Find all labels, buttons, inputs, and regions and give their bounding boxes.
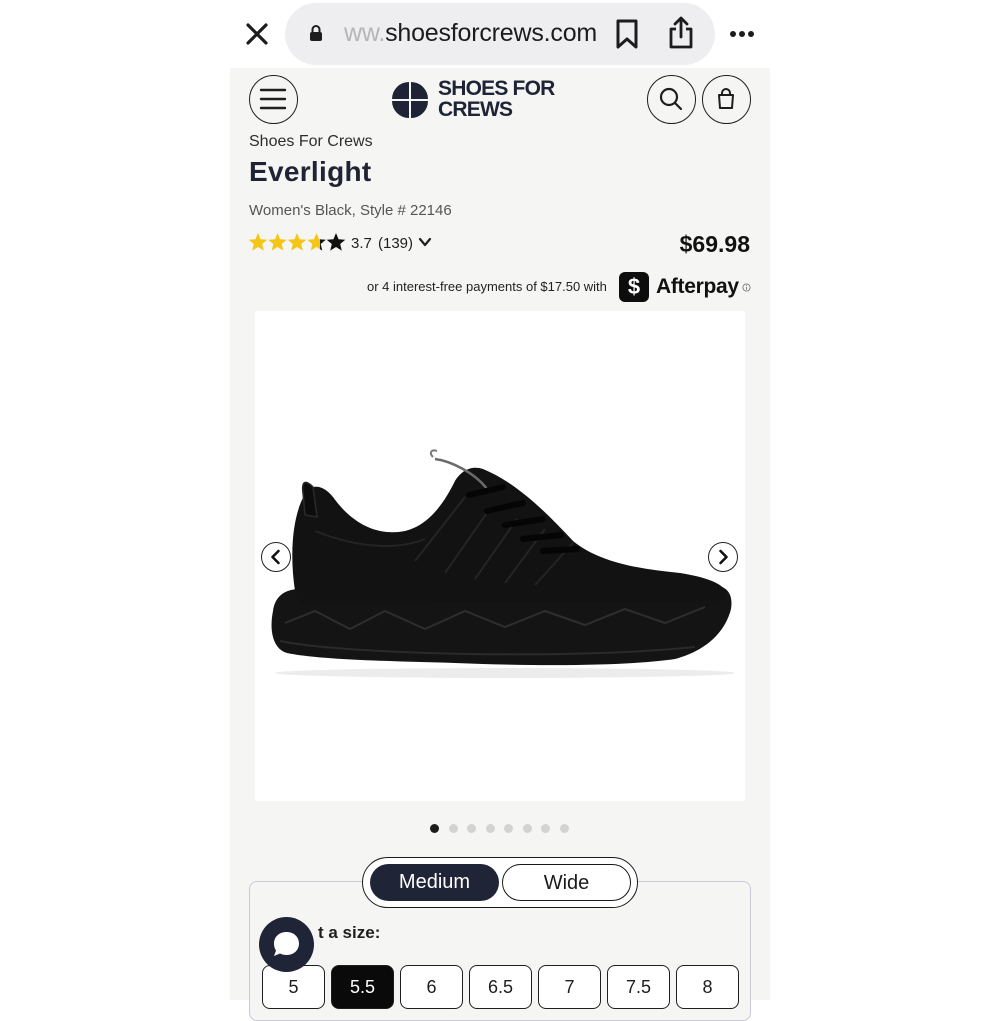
star-icon xyxy=(326,233,346,251)
logo-line2: CREWS xyxy=(438,98,513,121)
size-option[interactable]: 6.5 xyxy=(469,965,532,1009)
width-option-medium[interactable]: Medium xyxy=(370,864,499,901)
bag-icon xyxy=(718,88,734,109)
product-image xyxy=(271,449,735,678)
url-text[interactable]: ww.shoesforcrews.com xyxy=(344,19,597,48)
pagination-dot[interactable] xyxy=(522,824,532,833)
url-prefix: ww. xyxy=(344,19,386,47)
bookmark-icon[interactable] xyxy=(615,19,639,49)
width-toggle: Medium Wide xyxy=(362,857,638,908)
menu-icon xyxy=(259,88,287,110)
pagination-dot[interactable] xyxy=(430,824,439,833)
star-icon xyxy=(268,233,287,251)
search-button[interactable] xyxy=(647,75,696,124)
search-icon xyxy=(659,87,683,111)
gallery-next-button[interactable] xyxy=(708,542,738,572)
star-icon xyxy=(248,233,268,251)
size-option[interactable]: 7.5 xyxy=(607,965,670,1009)
chevron-left-icon xyxy=(271,549,280,565)
gallery-previous-button[interactable] xyxy=(261,542,291,572)
rating-value: 3.7 xyxy=(351,235,372,252)
product-variant: Women's Black, Style # 22146 xyxy=(249,202,452,219)
close-icon[interactable] xyxy=(243,20,271,48)
pagination-dot[interactable] xyxy=(559,824,569,833)
size-label: t a size: xyxy=(318,923,381,942)
review-count[interactable]: (139) xyxy=(378,235,413,252)
share-icon[interactable] xyxy=(667,16,695,50)
cart-button[interactable] xyxy=(702,75,751,124)
product-brand[interactable]: Shoes For Crews xyxy=(249,133,373,151)
width-option-wide[interactable]: Wide xyxy=(502,864,631,901)
product-price: $69.98 xyxy=(679,231,750,257)
size-option[interactable]: 8 xyxy=(676,965,739,1009)
logo-text: SHOES FOR CREWS xyxy=(438,77,555,121)
pagination-dot[interactable] xyxy=(467,824,476,833)
menu-button[interactable] xyxy=(249,75,298,124)
rating-stars[interactable] xyxy=(248,231,348,253)
star-icon xyxy=(287,233,307,251)
more-icon[interactable] xyxy=(729,30,755,38)
afterpay-logo[interactable]: Afterpay xyxy=(656,275,739,299)
url-domain: shoesforcrews.com xyxy=(385,19,598,47)
product-image-gallery[interactable] xyxy=(255,311,745,801)
lock-icon xyxy=(310,25,322,41)
afterpay-dollar-icon: $ xyxy=(619,272,649,302)
size-option[interactable]: 5.5 xyxy=(331,965,394,1009)
chevron-down-icon[interactable] xyxy=(418,236,432,248)
size-option[interactable]: 6 xyxy=(400,965,463,1009)
pagination-dot[interactable] xyxy=(448,824,458,833)
afterpay-text: or 4 interest-free payments of $17.50 wi… xyxy=(367,279,607,294)
product-title: Everlight xyxy=(249,156,372,187)
info-icon[interactable] xyxy=(742,283,751,292)
pagination-dot[interactable] xyxy=(541,824,550,833)
site-logo[interactable]: SHOES FOR CREWS xyxy=(390,78,560,122)
pagination-dot[interactable] xyxy=(504,824,513,833)
logo-mark-icon xyxy=(392,82,428,118)
size-option[interactable]: 7 xyxy=(538,965,601,1009)
logo-line1: SHOES FOR xyxy=(438,77,555,100)
chat-icon xyxy=(274,932,299,956)
pagination-dot[interactable] xyxy=(485,824,495,833)
star-icon xyxy=(307,233,326,251)
chat-button[interactable] xyxy=(259,917,314,972)
chevron-right-icon xyxy=(719,549,728,565)
